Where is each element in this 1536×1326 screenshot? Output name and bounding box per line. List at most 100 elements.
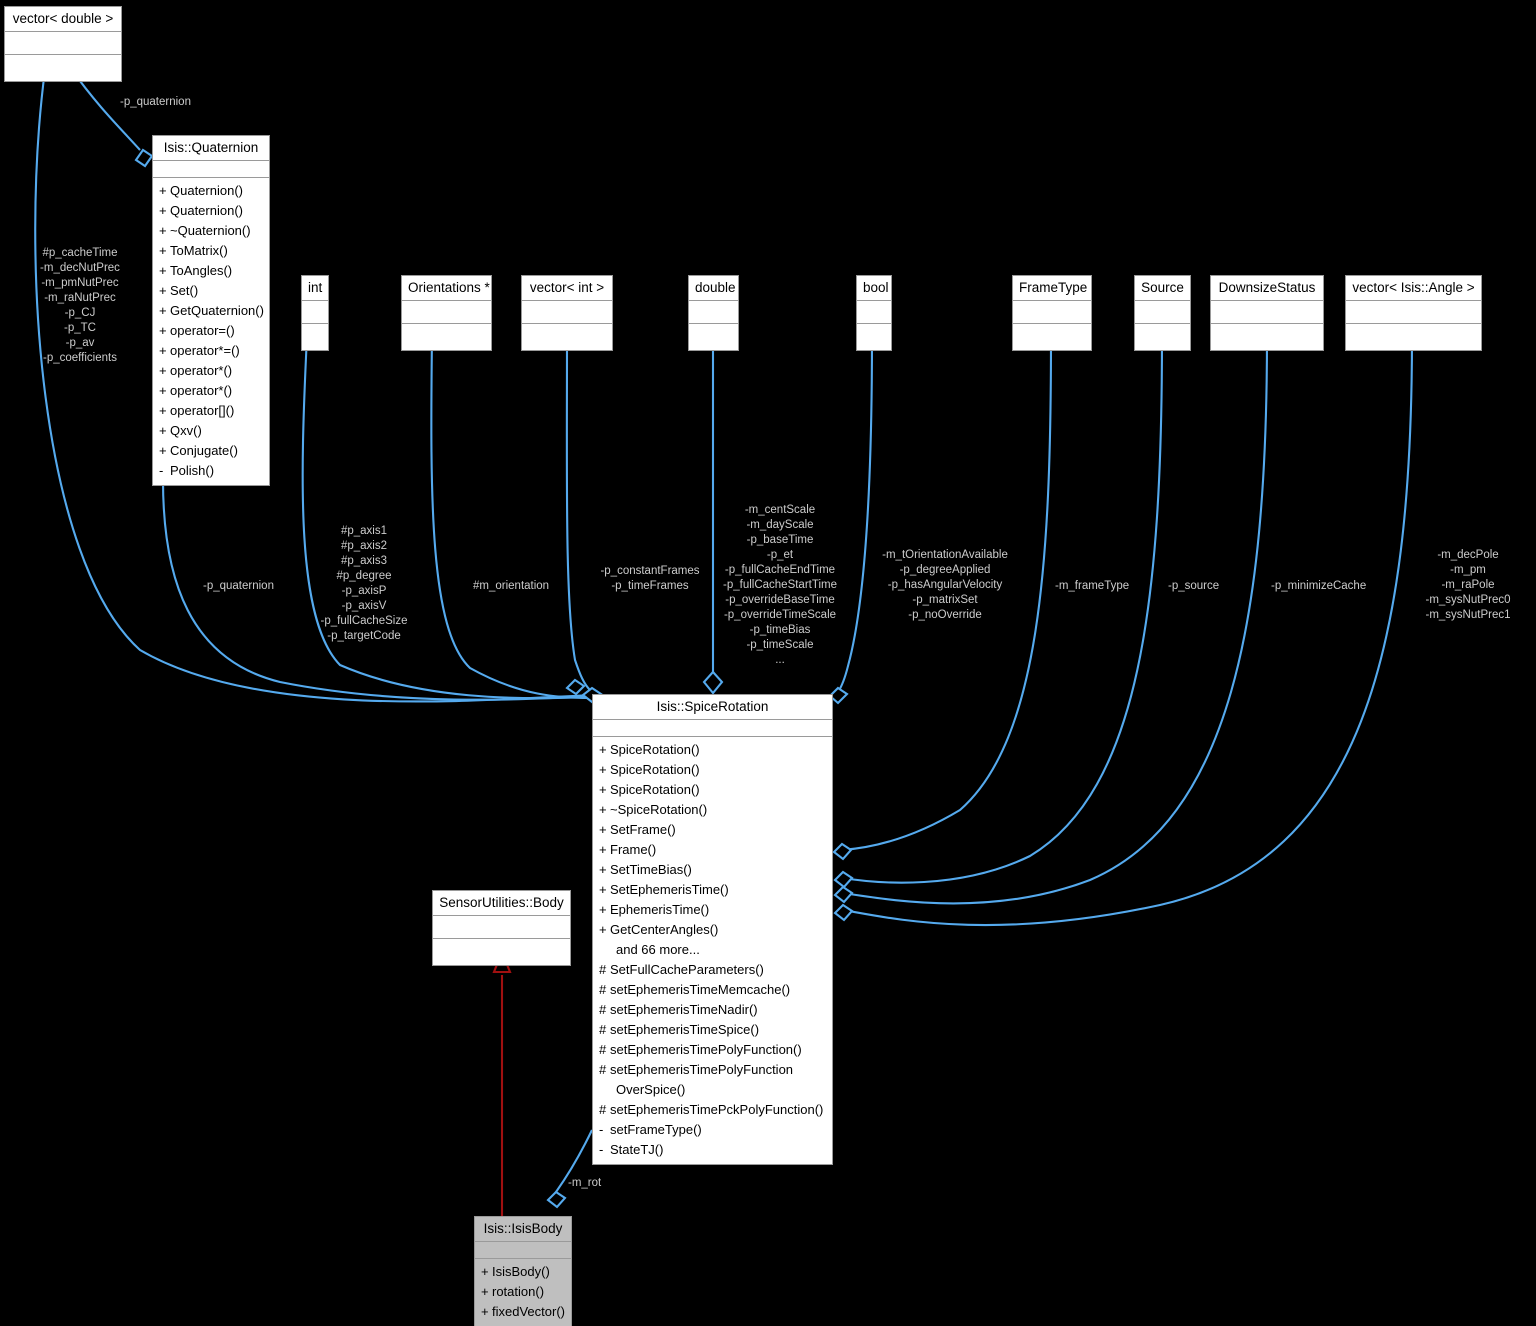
edge-vectorangle-spicerotation bbox=[842, 335, 1414, 927]
class-title: int bbox=[302, 276, 328, 301]
class-box-int[interactable]: int bbox=[301, 275, 329, 351]
visibility-marker: + bbox=[159, 383, 167, 398]
class-operation-row: + operator*() bbox=[153, 361, 269, 381]
class-box-source[interactable]: Source bbox=[1134, 275, 1191, 351]
class-attributes bbox=[689, 301, 738, 324]
class-operation-row: # setEphemerisTimeSpice() bbox=[593, 1020, 832, 1040]
visibility-marker: + bbox=[159, 183, 167, 198]
class-operation-row: # setEphemerisTimePolyFunction bbox=[593, 1060, 832, 1080]
edge-label-m-rot: -m_rot bbox=[568, 1177, 602, 1189]
class-operations bbox=[522, 324, 612, 350]
class-attributes bbox=[475, 1242, 571, 1259]
class-box-downsizestatus[interactable]: DownsizeStatus bbox=[1210, 275, 1324, 351]
edge-vectordouble-quaternion bbox=[71, 69, 141, 151]
class-attributes bbox=[153, 161, 269, 178]
class-attributes bbox=[1135, 301, 1190, 324]
class-box-isisbody[interactable]: Isis::IsisBody + IsisBody() + rotation() + fi… bbox=[474, 1216, 572, 1326]
visibility-marker: # bbox=[599, 1102, 607, 1117]
operation-name: ToMatrix() bbox=[170, 243, 228, 258]
class-attributes bbox=[1211, 301, 1323, 324]
class-operation-row: - setFrameType() bbox=[593, 1120, 832, 1140]
visibility-marker: + bbox=[159, 303, 167, 318]
class-operation-row: + operator=() bbox=[153, 321, 269, 341]
class-title: DownsizeStatus bbox=[1211, 276, 1323, 301]
visibility-marker: + bbox=[599, 822, 607, 837]
visibility-marker: # bbox=[599, 1042, 607, 1057]
class-operation-row: + ToAngles() bbox=[153, 261, 269, 281]
class-operations: + Quaternion() + Quaternion() + ~Quaternion()… bbox=[153, 178, 269, 485]
class-operation-row: + SetEphemerisTime() bbox=[593, 880, 832, 900]
class-title: Source bbox=[1135, 276, 1190, 301]
class-box-frametype[interactable]: FrameType bbox=[1012, 275, 1092, 351]
visibility-marker: + bbox=[159, 363, 167, 378]
visibility-marker: + bbox=[599, 742, 607, 757]
class-operation-row: # SetFullCacheParameters() bbox=[593, 960, 832, 980]
class-operation-row: + ~SpiceRotation() bbox=[593, 800, 832, 820]
class-box-orientations-ptr[interactable]: Orientations * bbox=[401, 275, 492, 351]
operation-name: setEphemerisTimePolyFunction bbox=[610, 1062, 794, 1077]
diamond-quaternion-top bbox=[134, 148, 154, 168]
operation-name: IsisBody() bbox=[492, 1264, 550, 1279]
class-box-spicerotation[interactable]: Isis::SpiceRotation + SpiceRotation() + Spi… bbox=[592, 694, 833, 1165]
class-box-quaternion[interactable]: Isis::Quaternion + Quaternion() + Quaternio… bbox=[152, 135, 270, 486]
class-operation-row: + rotation() bbox=[475, 1282, 571, 1302]
class-box-vector-angle[interactable]: vector< Isis::Angle > bbox=[1345, 275, 1482, 351]
edge-label-p-minimizecache: -p_minimizeCache bbox=[1271, 580, 1367, 592]
operation-name: setEphemerisTimePckPolyFunction() bbox=[610, 1102, 824, 1117]
diamond-isisbody-mrot bbox=[546, 1190, 567, 1209]
visibility-marker: + bbox=[599, 802, 607, 817]
visibility-marker: - bbox=[159, 463, 164, 478]
edge-label-vector-int-bundle: -p_constantFrames -p_timeFrames bbox=[600, 565, 700, 592]
class-operation-row: + IsisBody() bbox=[475, 1262, 571, 1282]
class-operations bbox=[1135, 324, 1190, 350]
visibility-marker: + bbox=[159, 203, 167, 218]
class-operation-row: + ~Quaternion() bbox=[153, 221, 269, 241]
class-operation-row: + SpiceRotation() bbox=[593, 740, 832, 760]
edge-isisbody-inherits-body bbox=[492, 949, 512, 1216]
operation-name: and 66 more... bbox=[616, 942, 700, 957]
class-operation-row: + Qxv() bbox=[153, 421, 269, 441]
class-operations: + SpiceRotation() + SpiceRotation() + SpiceRo… bbox=[593, 737, 832, 1164]
class-operation-row: # setEphemerisTimePckPolyFunction() bbox=[593, 1100, 832, 1120]
diamond-spice-right4 bbox=[833, 903, 854, 922]
visibility-marker: + bbox=[599, 762, 607, 777]
visibility-marker: + bbox=[599, 862, 607, 877]
diamond-spice-right2 bbox=[833, 870, 854, 889]
operation-name: ~SpiceRotation() bbox=[610, 802, 708, 817]
class-box-vector-int[interactable]: vector< int > bbox=[521, 275, 613, 351]
operation-name: OverSpice() bbox=[616, 1082, 686, 1097]
operation-name: SetFullCacheParameters() bbox=[610, 962, 764, 977]
class-operation-row: + operator*=() bbox=[153, 341, 269, 361]
visibility-marker: + bbox=[159, 243, 167, 258]
operation-name: GetCenterAngles() bbox=[610, 922, 719, 937]
operation-name: Set() bbox=[170, 283, 199, 298]
operation-name: setEphemerisTimeNadir() bbox=[610, 1002, 758, 1017]
visibility-marker: + bbox=[159, 443, 167, 458]
class-operation-row: # setEphemerisTimeMemcache() bbox=[593, 980, 832, 1000]
class-box-double[interactable]: double bbox=[688, 275, 739, 351]
class-operation-row: and 66 more... bbox=[593, 940, 832, 960]
operation-name: SetFrame() bbox=[610, 822, 676, 837]
class-title: Isis::SpiceRotation bbox=[593, 695, 832, 720]
operation-name: fixedVector() bbox=[492, 1304, 565, 1319]
operation-name: Conjugate() bbox=[170, 443, 238, 458]
operation-name: Quaternion() bbox=[170, 183, 243, 198]
visibility-marker: + bbox=[599, 902, 607, 917]
class-operation-row: + Conjugate() bbox=[153, 441, 269, 461]
edge-label-vector-angle-bundle: -m_decPole -m_pm -m_raPole -m_sysNutPrec… bbox=[1425, 549, 1511, 621]
class-operations bbox=[1013, 324, 1091, 350]
class-title: FrameType bbox=[1013, 276, 1091, 301]
visibility-marker: + bbox=[159, 403, 167, 418]
class-attributes bbox=[302, 301, 328, 324]
class-box-vector-double[interactable]: vector< double > bbox=[4, 6, 122, 82]
class-title: vector< Isis::Angle > bbox=[1346, 276, 1481, 301]
class-attributes bbox=[1013, 301, 1091, 324]
class-operations bbox=[1346, 324, 1481, 350]
operation-name: Quaternion() bbox=[170, 203, 243, 218]
class-operation-row: # setEphemerisTimePolyFunction() bbox=[593, 1040, 832, 1060]
class-box-bool[interactable]: bool bbox=[856, 275, 892, 351]
class-box-sensorutilities-body[interactable]: SensorUtilities::Body bbox=[432, 890, 571, 966]
uml-diagram-canvas: vector< double > Isis::Quaternion + Quate… bbox=[0, 0, 1536, 1326]
visibility-marker: + bbox=[599, 882, 607, 897]
class-operation-row: + EphemerisTime() bbox=[593, 900, 832, 920]
